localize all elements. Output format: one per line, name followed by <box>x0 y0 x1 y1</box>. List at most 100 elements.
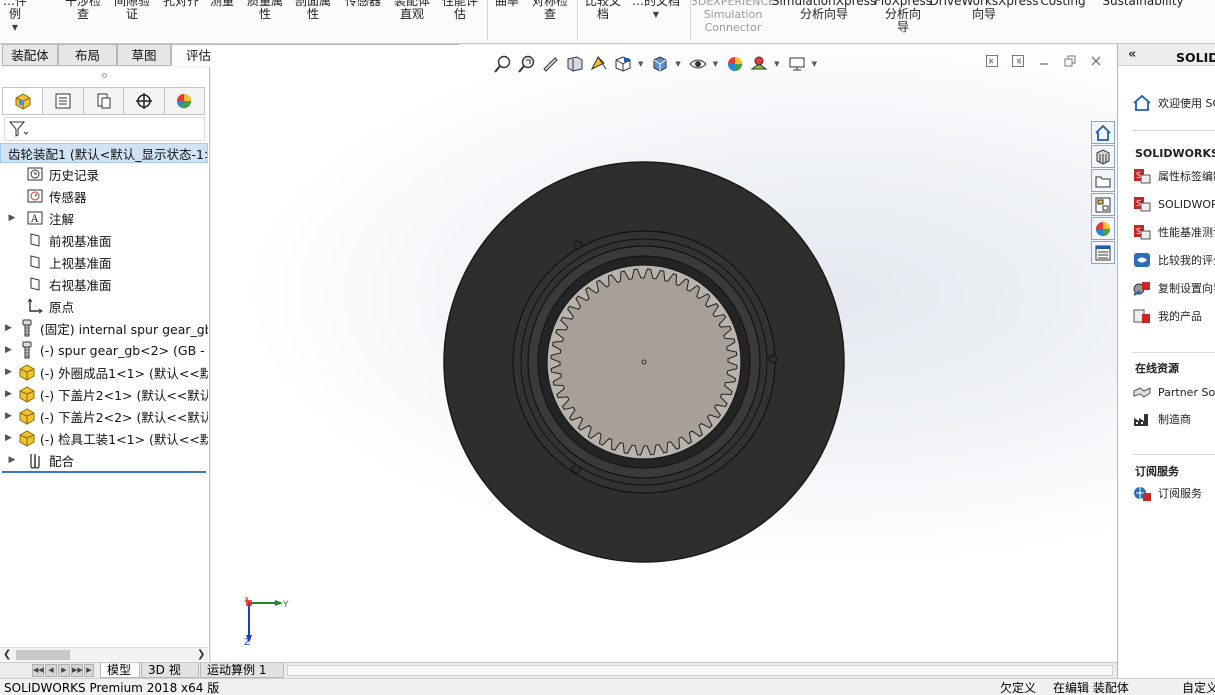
tp-home-tab[interactable] <box>1091 121 1115 144</box>
ribbon-interference-button[interactable]: 干涉检 查 <box>65 0 101 21</box>
tree-item[interactable]: ▶ (-) 下盖片2<2> (默认<<默认>_显示状态 1>) <box>0 405 208 427</box>
tree-filter[interactable] <box>4 117 205 141</box>
tree-item[interactable]: ▶ (-) spur gear_gb<2> (GB - Spur gear 1M … <box>0 339 208 361</box>
expand-arrow-icon[interactable]: ▶ <box>5 213 19 223</box>
apply-scene-icon[interactable] <box>749 54 769 74</box>
tp-link[interactable]: 我的产品 <box>1132 307 1202 325</box>
ribbon-measure-button[interactable]: 测量 <box>210 0 234 8</box>
tree-item[interactable]: ▶ 配合 <box>0 449 208 471</box>
restore-icon[interactable] <box>1063 54 1077 68</box>
panel-splitter-handle[interactable] <box>102 73 107 78</box>
bottom-tab-0[interactable]: 模型 <box>100 663 140 678</box>
tp-link[interactable]: S 性能基准测试 <box>1132 223 1215 241</box>
zoom-to-area-icon[interactable] <box>517 54 537 74</box>
tree-item[interactable]: ▶ (-) 外圈成品1<1> (默认<<默认>_显示状态 1>) <box>0 361 208 383</box>
ribbon-compare-docs-button[interactable]: 比较文 档 <box>585 0 621 21</box>
chevron-down-icon[interactable]: ▼ <box>675 60 680 68</box>
tp-link[interactable]: Partner Solutions <box>1132 383 1215 401</box>
tile-right-icon[interactable] <box>1011 54 1025 68</box>
close-icon[interactable] <box>1089 54 1103 68</box>
edit-appearance-icon[interactable] <box>725 54 745 74</box>
view-orientation-icon[interactable] <box>613 54 633 74</box>
ribbon-partial-1-button[interactable]: …件 例 ▼ <box>3 0 27 34</box>
tab-scroll-end-icon[interactable]: ▶ <box>84 664 94 677</box>
display-manager-tab[interactable] <box>165 88 204 114</box>
tile-left-icon[interactable] <box>985 54 999 68</box>
dynamic-annotation-icon[interactable] <box>589 54 609 74</box>
expand-arrow-icon[interactable]: ▶ <box>5 323 12 333</box>
configuration-manager-tab[interactable] <box>84 88 125 114</box>
cm-tab-2[interactable]: 草图 <box>117 44 171 66</box>
tree-item[interactable]: ▶ (固定) internal spur gear_gb<1> (GB - Spu… <box>0 317 208 339</box>
previous-view-icon[interactable] <box>541 54 561 74</box>
dropdown-arrow-icon[interactable]: ▼ <box>632 8 680 21</box>
bottom-tab-1[interactable]: 3D 视图 <box>141 663 199 691</box>
ribbon-section-props-button[interactable]: 剖面属 性 <box>295 0 331 21</box>
view-settings-icon[interactable] <box>787 54 807 74</box>
cm-tab-0[interactable]: 装配体 <box>2 44 58 66</box>
prev-tab-arrow-icon[interactable]: ◀ <box>45 664 57 677</box>
tp-link[interactable]: 订阅服务 <box>1132 484 1202 502</box>
ribbon-perf-eval-button[interactable]: 性能评 估 <box>442 0 478 21</box>
tree-item[interactable]: 右视基准面 <box>0 273 208 295</box>
section-view-icon[interactable] <box>565 54 585 74</box>
ribbon-assembly-visual-button[interactable]: 装配体 直观 <box>394 0 430 21</box>
ribbon-sensor-button[interactable]: 传感器 <box>345 0 381 8</box>
tp-welcome-link[interactable]: 欢迎使用 SOLIDWORKS <box>1132 94 1215 112</box>
ribbon-mass-props-button[interactable]: 质量属 性 <box>247 0 283 21</box>
bottom-tab-2[interactable]: 运动算例 1 <box>200 663 284 678</box>
ribbon-symmetry-button[interactable]: 对称检 查 <box>532 0 568 21</box>
ribbon-sustainability-button[interactable]: Sustainability <box>1102 0 1183 8</box>
tp-design-library-tab[interactable] <box>1091 145 1115 168</box>
tp-file-explorer-tab[interactable] <box>1091 169 1115 192</box>
tree-item[interactable]: ▶ (-) 下盖片2<1> (默认<<默认>_显示状态 1>) <box>0 383 208 405</box>
tp-link[interactable]: 制造商 <box>1132 410 1191 428</box>
chevron-down-icon[interactable]: ▼ <box>638 60 643 68</box>
expand-arrow-icon[interactable]: ▶ <box>5 411 12 421</box>
last-tab-arrow-icon[interactable]: ▶▶ <box>71 664 83 677</box>
tp-custom-properties-tab[interactable] <box>1091 241 1115 264</box>
scroll-left-arrow-icon[interactable]: ❮ <box>3 648 11 662</box>
chevron-down-icon[interactable]: ▼ <box>774 60 779 68</box>
tree-horizontal-scrollbar[interactable]: ❮ ❯ <box>0 647 208 661</box>
bottom-horizontal-scrollbar[interactable] <box>287 665 1113 676</box>
expand-arrow-icon[interactable]: ▶ <box>5 433 12 443</box>
zoom-to-fit-icon[interactable] <box>493 54 513 74</box>
tree-item[interactable]: 历史记录 <box>0 163 208 185</box>
expand-arrow-icon[interactable]: ▶ <box>5 345 12 355</box>
tp-appearances-tab[interactable] <box>1091 217 1115 240</box>
tree-item[interactable]: 上视基准面 <box>0 251 208 273</box>
tp-view-palette-tab[interactable] <box>1091 193 1115 216</box>
first-tab-arrow-icon[interactable]: ◀◀ <box>32 664 44 677</box>
tree-item[interactable]: ▶ (-) 检具工装1<1> (默认<<默认>_显示状态 1>) <box>0 427 208 449</box>
dimxpert-tab[interactable] <box>124 88 165 114</box>
rollback-bar[interactable] <box>2 471 206 473</box>
ribbon-clearance-button[interactable]: 间隙验 证 <box>114 0 150 21</box>
tree-root-assembly[interactable]: 齿轮装配1 (默认<默认_显示状态-1>) <box>0 143 208 163</box>
ribbon-simxpress-button[interactable]: SimulationXpress 分析向导 <box>772 0 876 21</box>
expand-arrow-icon[interactable]: ▶ <box>5 367 12 377</box>
ribbon-floxpress-button[interactable]: FloXpress 分析向 导 <box>874 0 932 34</box>
tp-link[interactable]: 比较我的评分 <box>1132 251 1215 269</box>
scroll-right-arrow-icon[interactable]: ❯ <box>197 648 205 662</box>
tp-link[interactable]: S SOLIDWORKS Rx <box>1132 195 1215 213</box>
tp-link[interactable]: S 属性标签编制程序 <box>1132 167 1215 185</box>
gear-assembly-model[interactable] <box>443 161 845 563</box>
dropdown-arrow-icon[interactable]: ▼ <box>3 21 27 34</box>
feature-manager-tab[interactable] <box>3 88 44 114</box>
minimize-icon[interactable] <box>1037 54 1051 68</box>
display-style-icon[interactable] <box>650 54 670 74</box>
next-tab-arrow-icon[interactable]: ▶ <box>58 664 70 677</box>
collapse-pane-icon[interactable]: « <box>1128 47 1136 62</box>
property-manager-tab[interactable] <box>43 88 84 114</box>
scroll-thumb[interactable] <box>16 650 70 660</box>
ribbon-costing-button[interactable]: Costing <box>1040 0 1085 8</box>
graphics-area[interactable]: ▼ ▼ ▼ ▼ ▼ Y X Z <box>211 45 1117 662</box>
hide-show-items-icon[interactable] <box>688 54 708 74</box>
ribbon-docs-button[interactable]: …的文档 ▼ <box>632 0 680 21</box>
chevron-down-icon[interactable]: ▼ <box>713 60 718 68</box>
tp-link[interactable]: 复制设置向导 <box>1132 279 1215 297</box>
tree-item[interactable]: ▶ A 注解 <box>0 207 208 229</box>
expand-arrow-icon[interactable]: ▶ <box>5 389 12 399</box>
ribbon-curvature-button[interactable]: 曲率 <box>495 0 519 8</box>
